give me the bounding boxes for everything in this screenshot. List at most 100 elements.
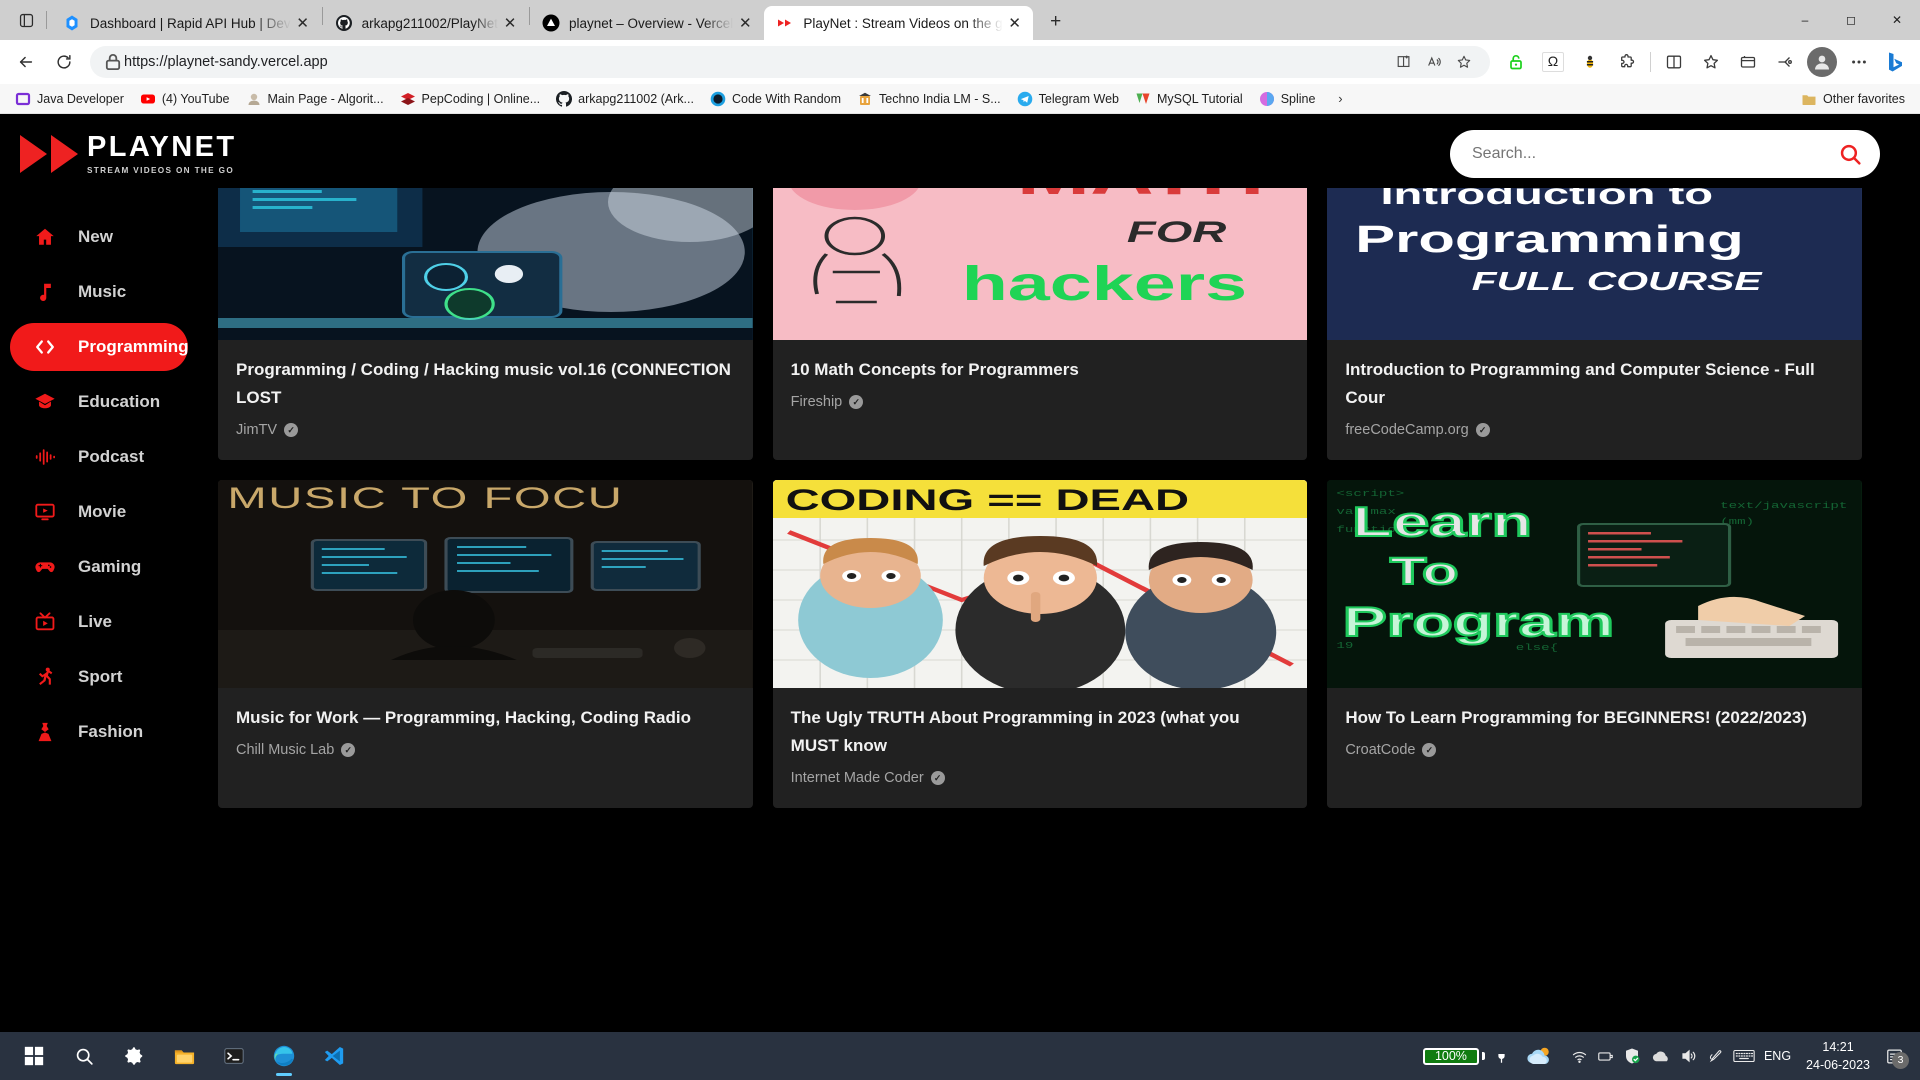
video-card[interactable]: MATH FOR hackers 10 Ma: [773, 188, 1308, 460]
tab-search-icon[interactable]: [8, 3, 44, 37]
tab-close-icon[interactable]: ✕: [498, 11, 522, 35]
video-thumbnail[interactable]: CODING == DEAD: [773, 480, 1308, 688]
bookmark-item[interactable]: Code With Random: [703, 88, 848, 110]
notifications-icon[interactable]: 3: [1885, 1047, 1904, 1066]
collections-icon[interactable]: [1693, 46, 1729, 78]
vscode-icon[interactable]: [312, 1034, 356, 1078]
bookmark-item[interactable]: (4) YouTube: [133, 88, 237, 110]
browser-tab-2[interactable]: playnet – Overview - Vercel ✕: [530, 6, 763, 40]
sidebar-item-programming[interactable]: Programming: [10, 323, 188, 371]
maximize-button[interactable]: ◻: [1828, 0, 1874, 40]
windows-start-icon[interactable]: [12, 1034, 56, 1078]
split-screen-icon[interactable]: [1390, 49, 1418, 75]
minimize-button[interactable]: –: [1782, 0, 1828, 40]
sidebar-item-education[interactable]: Education: [10, 378, 188, 426]
taskbar-settings-icon[interactable]: [112, 1034, 156, 1078]
close-window-button[interactable]: ✕: [1874, 0, 1920, 40]
video-card[interactable]: Programming / Coding / Hacking music vol…: [218, 188, 753, 460]
bookmarks-overflow-icon[interactable]: ›: [1328, 91, 1352, 106]
video-card[interactable]: <script>var maxfunction 19else{text/java…: [1327, 480, 1862, 808]
other-favorites-button[interactable]: Other favorites: [1794, 88, 1912, 110]
web-page: PLAYNET STREAM VIDEOS ON THE GO New: [0, 114, 1920, 1032]
omega-extension-icon[interactable]: Ω: [1535, 46, 1571, 78]
browser-tab-3[interactable]: PlayNet : Stream Videos on the g ✕: [764, 6, 1032, 40]
tab-close-icon[interactable]: ✕: [291, 11, 315, 35]
sidebar-item-new[interactable]: New: [10, 213, 188, 261]
bee-extension-icon[interactable]: [1572, 46, 1608, 78]
video-thumbnail[interactable]: MATH FOR hackers: [773, 188, 1308, 340]
terminal-icon[interactable]: [212, 1034, 256, 1078]
bookmark-item[interactable]: Telegram Web: [1010, 88, 1126, 110]
pen-icon[interactable]: [1707, 1048, 1724, 1065]
sidebar-item-gaming[interactable]: Gaming: [10, 543, 188, 591]
settings-more-icon[interactable]: [1841, 46, 1877, 78]
sidebar-item-label: Live: [78, 612, 112, 632]
touch-keyboard-icon[interactable]: [1733, 1048, 1755, 1064]
svg-text:FOR: FOR: [1126, 215, 1226, 248]
browser-toolbar: Ω: [0, 40, 1920, 84]
sidebar-item-podcast[interactable]: Podcast: [10, 433, 188, 481]
sidebar-item-live[interactable]: Live: [10, 598, 188, 646]
bookmark-item[interactable]: MySQL Tutorial: [1128, 88, 1250, 110]
toolbar-divider: [1650, 52, 1651, 72]
video-thumbnail[interactable]: <script>var maxfunction 19else{text/java…: [1327, 480, 1862, 688]
read-aloud-icon[interactable]: [1420, 49, 1448, 75]
video-thumbnail[interactable]: [218, 188, 753, 340]
video-thumbnail[interactable]: getAttribute lastName querySelectorAll '…: [1327, 188, 1862, 340]
windows-taskbar: 100%: [0, 1032, 1920, 1080]
tab-strip: Dashboard | Rapid API Hub | Dev ✕ arkapg…: [0, 0, 1920, 40]
search-input[interactable]: [1472, 145, 1834, 163]
search-icon[interactable]: [1834, 138, 1866, 170]
split-screen-toolbar-icon[interactable]: [1767, 46, 1803, 78]
unlocked-green-icon[interactable]: [1498, 46, 1534, 78]
bookmark-item[interactable]: Techno India LM - S...: [850, 88, 1008, 110]
video-channel: Internet Made Coder ✓: [791, 770, 1290, 786]
battery-indicator[interactable]: 100%: [1423, 1048, 1485, 1065]
copilot-bing-icon[interactable]: [1878, 47, 1912, 77]
tab-title: PlayNet : Stream Videos on the g: [803, 16, 1002, 31]
sidebar-item-fashion[interactable]: Fashion: [10, 708, 188, 756]
profile-avatar-icon[interactable]: [1807, 47, 1837, 77]
video-card[interactable]: CODING == DEAD: [773, 480, 1308, 808]
reload-icon[interactable]: [46, 46, 82, 78]
extensions-puzzle-icon[interactable]: [1609, 46, 1645, 78]
bookmark-item[interactable]: Spline: [1252, 88, 1323, 110]
search-bar[interactable]: [1450, 130, 1880, 178]
video-thumbnail[interactable]: MUSIC TO FOCU: [218, 480, 753, 688]
site-logo[interactable]: PLAYNET STREAM VIDEOS ON THE GO: [20, 133, 236, 175]
channel-name: freeCodeCamp.org: [1345, 422, 1468, 438]
browser-tab-1[interactable]: arkapg211002/PlayNet ✕: [323, 6, 528, 40]
address-bar[interactable]: [90, 46, 1490, 78]
clock[interactable]: 14:21 24-06-2023: [1800, 1038, 1876, 1074]
browser-tab-0[interactable]: Dashboard | Rapid API Hub | Dev ✕: [51, 6, 321, 40]
tab-close-icon[interactable]: ✕: [733, 11, 757, 35]
url-input[interactable]: [124, 54, 1390, 70]
browser-essentials-icon[interactable]: [1656, 46, 1692, 78]
sidebar-item-movie[interactable]: Movie: [10, 488, 188, 536]
video-card[interactable]: getAttribute lastName querySelectorAll '…: [1327, 188, 1862, 460]
edge-browser-icon[interactable]: [262, 1034, 306, 1078]
bookmark-item[interactable]: Java Developer: [8, 88, 131, 110]
language-indicator[interactable]: ENG: [1764, 1049, 1791, 1063]
svg-text:Learn: Learn: [1352, 498, 1532, 545]
bookmark-item[interactable]: Main Page - Algorit...: [239, 88, 391, 110]
bookmark-item[interactable]: PepCoding | Online...: [393, 88, 548, 110]
weather-cloud-icon[interactable]: [1524, 1045, 1554, 1068]
volume-icon[interactable]: [1680, 1047, 1698, 1065]
tab-close-icon[interactable]: ✕: [1003, 11, 1027, 35]
svg-text:Programming: Programming: [1356, 218, 1744, 260]
file-explorer-icon[interactable]: [162, 1034, 206, 1078]
favorites-icon[interactable]: [1730, 46, 1766, 78]
bookmark-item[interactable]: arkapg211002 (Ark...: [549, 88, 701, 110]
sidebar-item-music[interactable]: Music: [10, 268, 188, 316]
video-card[interactable]: MUSIC TO FOCU: [218, 480, 753, 808]
onedrive-icon[interactable]: [1650, 1048, 1671, 1064]
new-tab-button[interactable]: +: [1040, 6, 1072, 38]
security-shield-icon[interactable]: [1623, 1047, 1641, 1065]
taskbar-search-icon[interactable]: [62, 1034, 106, 1078]
ethernet-icon[interactable]: [1597, 1048, 1614, 1065]
wifi-icon[interactable]: [1571, 1048, 1588, 1065]
star-icon[interactable]: [1450, 49, 1478, 75]
sidebar-item-sport[interactable]: Sport: [10, 653, 188, 701]
back-arrow-icon[interactable]: [8, 46, 44, 78]
